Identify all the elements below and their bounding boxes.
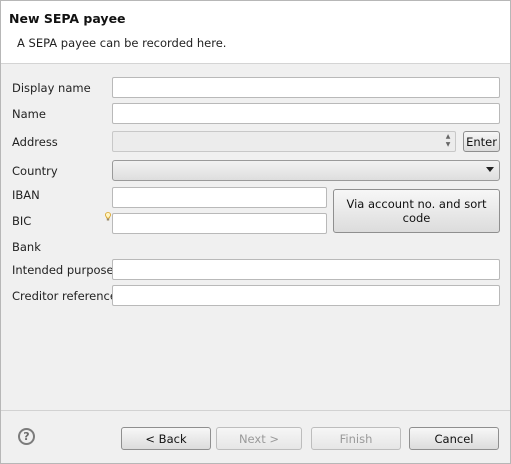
intended-purpose-label: Intended purpose bbox=[12, 263, 114, 277]
bank-label: Bank bbox=[12, 240, 41, 254]
name-label: Name bbox=[12, 107, 46, 121]
footer-separator bbox=[1, 410, 510, 411]
country-select[interactable] bbox=[112, 160, 500, 181]
via-account-button[interactable]: Via account no. and sort code bbox=[333, 189, 500, 233]
back-button[interactable]: < Back bbox=[121, 427, 211, 450]
dialog-title: New SEPA payee bbox=[9, 11, 126, 26]
iban-input[interactable] bbox=[112, 187, 327, 208]
creditor-reference-input[interactable] bbox=[112, 285, 500, 306]
display-name-input[interactable] bbox=[112, 77, 500, 98]
enter-address-button[interactable]: Enter bbox=[463, 131, 500, 152]
name-input[interactable] bbox=[112, 103, 500, 124]
bic-label: BIC bbox=[12, 214, 32, 228]
display-name-label: Display name bbox=[12, 81, 91, 95]
finish-button[interactable]: Finish bbox=[311, 427, 401, 450]
next-button[interactable]: Next > bbox=[216, 427, 302, 450]
spinner-up-icon[interactable]: ▲ bbox=[443, 133, 453, 141]
bic-input[interactable] bbox=[112, 213, 327, 234]
help-icon[interactable]: ? bbox=[18, 428, 35, 445]
chevron-down-icon[interactable] bbox=[486, 167, 494, 172]
address-field[interactable]: ▲ ▼ bbox=[112, 131, 456, 152]
intended-purpose-input[interactable] bbox=[112, 259, 500, 280]
dialog-window: New SEPA payee A SEPA payee can be recor… bbox=[0, 0, 511, 464]
spinner-arrows-icon[interactable]: ▲ ▼ bbox=[443, 133, 453, 150]
spinner-down-icon[interactable]: ▼ bbox=[443, 141, 453, 149]
country-label: Country bbox=[12, 164, 58, 178]
iban-label: IBAN bbox=[12, 188, 40, 202]
address-label: Address bbox=[12, 135, 58, 149]
creditor-reference-label: Creditor reference bbox=[12, 289, 117, 303]
cancel-button[interactable]: Cancel bbox=[409, 427, 499, 450]
lightbulb-icon bbox=[105, 212, 111, 221]
dialog-header: New SEPA payee A SEPA payee can be recor… bbox=[1, 1, 510, 64]
dialog-subtitle: A SEPA payee can be recorded here. bbox=[17, 36, 227, 50]
